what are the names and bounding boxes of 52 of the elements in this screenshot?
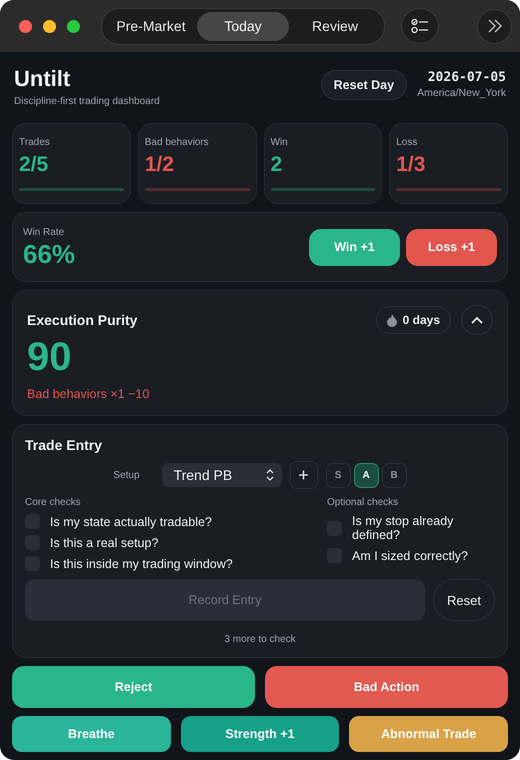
stat-value: 2/5 [19,154,50,175]
section-title: Execution Purity [27,312,138,328]
grade-button[interactable]: B [382,462,407,488]
stat-label: Loss [396,137,418,148]
zoom-button[interactable] [67,20,80,32]
action-button[interactable]: Bad Action [265,666,508,708]
check-label: Am I sized correctly? [352,548,468,562]
reset-button[interactable]: Reset [433,579,495,621]
stat-label: Trades [19,137,51,148]
check-label: Is my state actually tradable? [50,514,212,528]
setup-label: Setup [113,470,140,480]
group-label: Core checks [25,497,82,508]
hint-text: 3 more to check [224,634,296,645]
add-setup-button[interactable]: + [290,461,318,489]
stat-value: 2 [270,154,284,175]
close-button[interactable] [19,20,32,32]
action-button[interactable]: Strength +1 [180,716,340,752]
double-chevron-icon [486,19,502,33]
updown-icon [266,469,274,481]
stat-label: Win [270,137,289,148]
timezone: America/New_York [417,87,506,99]
tally-button[interactable]: Loss +1 [406,228,497,266]
checklist-button[interactable] [401,8,439,44]
penalty-text: Bad behaviors ×1 −10 [27,387,150,401]
app-subtitle: Discipline-first trading dashboard [14,96,161,107]
setup-select[interactable]: Trend PB [162,463,282,487]
streak-badge: 0 days [376,306,451,334]
expand-button[interactable] [477,8,512,44]
tab[interactable]: Pre-Market [105,12,197,40]
minimize-button[interactable] [43,20,56,32]
stat-label: Bad behaviors [144,137,210,148]
flame-icon [386,314,397,326]
grade-button[interactable]: A [354,462,379,488]
app-title: Untilt [14,66,72,92]
win-rate-value: 66% [23,241,76,267]
check-label: Is this a real setup? [50,536,158,550]
win-rate-label: Win Rate [23,227,66,238]
collapse-button[interactable] [461,305,493,335]
purity-score: 90 [27,337,72,377]
check-label: Is my stop already defined? [352,514,454,542]
reset-day-button[interactable]: Reset Day [320,70,408,100]
tab[interactable]: Today [197,12,289,40]
check-label: Is this inside my trading window? [50,556,233,570]
chevron-up-icon [471,316,483,324]
stat-value: 1/2 [144,154,175,175]
tab[interactable]: Review [289,12,381,40]
section-title: Trade Entry [25,437,104,453]
date: 2026-07-05 [426,70,506,85]
checklist-icon [411,18,429,34]
grade-button[interactable]: S [326,462,351,488]
stat-value: 1/3 [396,154,426,175]
group-label: Optional checks [327,497,400,508]
